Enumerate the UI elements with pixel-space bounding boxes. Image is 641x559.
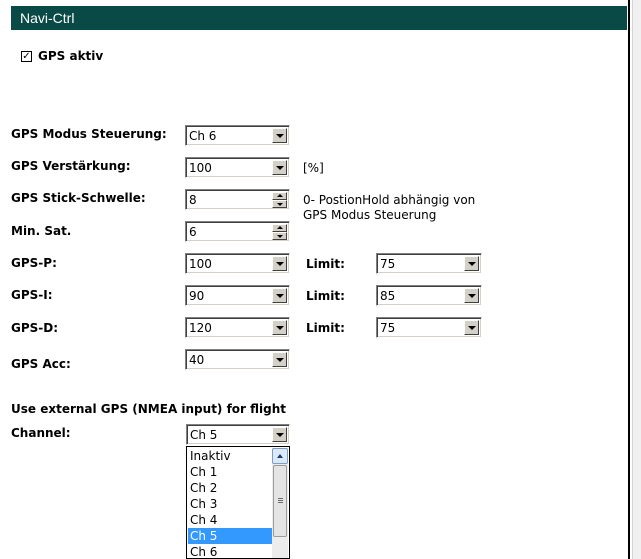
chevron-down-icon[interactable] <box>464 320 479 335</box>
external-gps-heading: Use external GPS (NMEA input) for flight <box>11 402 287 416</box>
min-sat-spinner[interactable]: 6 <box>185 221 290 242</box>
side-panel-edge <box>632 0 641 559</box>
chevron-down-icon[interactable] <box>272 352 287 367</box>
channel-dropdown-list[interactable]: Inaktiv Ch 1 Ch 2 Ch 3 Ch 4 Ch 5 Ch 6 <box>186 446 290 559</box>
chevron-down-icon[interactable] <box>272 320 287 335</box>
window-title: Navi-Ctrl <box>20 10 75 26</box>
dropdown-scrollbar[interactable] <box>272 448 288 558</box>
gps-mode-select[interactable]: Ch 6 <box>185 125 290 146</box>
window-border <box>628 0 630 559</box>
chevron-down-icon[interactable] <box>272 256 287 271</box>
gps-gain-label: GPS Verstärkung: <box>11 159 131 173</box>
gps-acc-value: 40 <box>189 353 205 367</box>
gps-p-limit-label: Limit: <box>306 257 345 271</box>
gps-stick-note-line2: GPS Modus Steuerung <box>303 208 437 222</box>
gps-i-select[interactable]: 90 <box>185 285 290 306</box>
chevron-down-icon[interactable] <box>464 256 479 271</box>
gps-p-limit-select[interactable]: 75 <box>376 253 482 274</box>
scrollbar-thumb[interactable] <box>273 465 287 537</box>
gps-gain-unit: [%] <box>303 161 324 175</box>
channel-option[interactable]: Ch 3 <box>188 496 273 512</box>
gps-i-limit-value: 85 <box>380 289 396 303</box>
gps-stick-label: GPS Stick-Schwelle: <box>11 191 146 205</box>
channel-option[interactable]: Ch 4 <box>188 512 273 528</box>
gps-stick-note-line1: 0- PostionHold abhängig von <box>303 193 476 207</box>
gps-mode-label: GPS Modus Steuerung: <box>11 127 167 141</box>
window-title-bar: Navi-Ctrl <box>11 6 627 30</box>
channel-option[interactable]: Ch 2 <box>188 480 273 496</box>
chevron-down-icon[interactable] <box>272 160 287 175</box>
spin-up-icon[interactable] <box>272 192 287 200</box>
grip-line <box>278 502 283 503</box>
channel-value: Ch 5 <box>190 428 218 442</box>
gps-gain-select[interactable]: 100 <box>185 157 290 178</box>
gps-d-limit-select[interactable]: 75 <box>376 317 482 338</box>
spin-down-icon[interactable] <box>272 232 287 240</box>
gps-stick-spinner[interactable]: 8 <box>185 189 290 210</box>
gps-acc-label: GPS Acc: <box>11 357 71 371</box>
gps-i-label: GPS-I: <box>11 288 53 302</box>
channel-option[interactable]: Inaktiv <box>188 448 273 464</box>
grip-line <box>278 498 283 499</box>
gps-d-select[interactable]: 120 <box>185 317 290 338</box>
gps-gain-value: 100 <box>189 161 212 175</box>
gps-d-label: GPS-D: <box>11 321 59 335</box>
gps-i-limit-select[interactable]: 85 <box>376 285 482 306</box>
chevron-down-icon[interactable] <box>272 128 287 143</box>
chevron-down-icon[interactable] <box>464 288 479 303</box>
spin-up-icon[interactable] <box>272 224 287 232</box>
channel-option-selected[interactable]: Ch 5 <box>188 528 273 544</box>
min-sat-value: 6 <box>189 225 197 239</box>
chevron-down-icon[interactable] <box>272 427 287 442</box>
gps-p-limit-value: 75 <box>380 257 396 271</box>
chevron-down-icon[interactable] <box>272 288 287 303</box>
gps-d-limit-value: 75 <box>380 321 396 335</box>
scroll-up-icon[interactable] <box>272 448 288 464</box>
grip-line <box>278 500 283 501</box>
min-sat-label: Min. Sat. <box>11 224 72 238</box>
gps-mode-value: Ch 6 <box>189 129 217 143</box>
channel-option[interactable]: Ch 1 <box>188 464 273 480</box>
gps-p-select[interactable]: 100 <box>185 253 290 274</box>
gps-active-checkbox[interactable]: ✓ <box>21 51 32 62</box>
spin-down-icon[interactable] <box>272 200 287 208</box>
channel-label: Channel: <box>11 426 71 440</box>
gps-i-value: 90 <box>189 289 205 303</box>
gps-stick-value: 8 <box>189 193 197 207</box>
gps-active-label: GPS aktiv <box>38 49 104 63</box>
gps-p-value: 100 <box>189 257 212 271</box>
gps-i-limit-label: Limit: <box>306 289 345 303</box>
gps-d-value: 120 <box>189 321 212 335</box>
gps-acc-select[interactable]: 40 <box>185 349 290 370</box>
gps-p-label: GPS-P: <box>11 256 57 270</box>
gps-d-limit-label: Limit: <box>306 321 345 335</box>
channel-option[interactable]: Ch 6 <box>188 544 273 558</box>
channel-select[interactable]: Ch 5 <box>186 424 290 445</box>
